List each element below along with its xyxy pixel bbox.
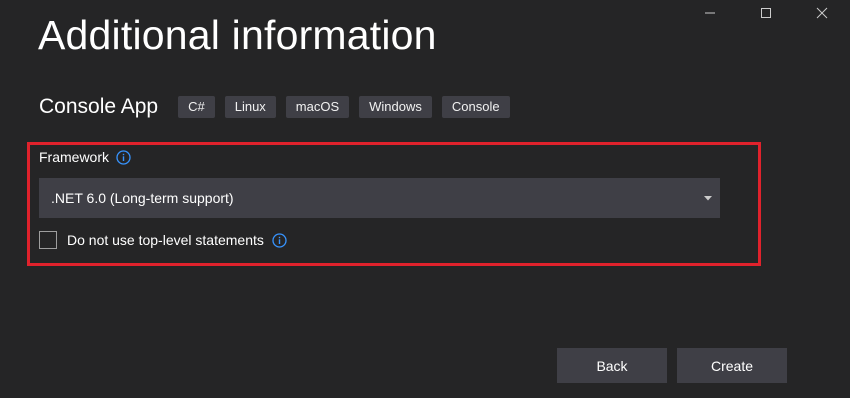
tag-project-type: Console <box>441 96 510 118</box>
maximize-icon[interactable] <box>738 0 794 26</box>
tag-platform-windows: Windows <box>359 96 432 118</box>
minimize-icon[interactable] <box>682 0 738 26</box>
window-controls <box>682 0 850 26</box>
chevron-down-icon <box>704 194 712 202</box>
additional-information-dialog: Additional information Console App C# Li… <box>0 0 850 398</box>
framework-label: Framework <box>39 149 110 165</box>
framework-label-row: Framework <box>39 149 131 165</box>
project-template-name: Console App <box>39 95 159 118</box>
info-icon[interactable] <box>272 232 287 248</box>
top-level-statements-checkbox[interactable] <box>39 231 57 249</box>
back-button[interactable]: Back <box>557 348 667 383</box>
project-template-row: Console App C# Linux macOS Windows Conso… <box>39 95 520 119</box>
info-icon[interactable] <box>116 149 131 165</box>
page-title: Additional information <box>38 12 437 58</box>
tag-language: C# <box>178 96 215 118</box>
close-icon[interactable] <box>794 0 850 26</box>
top-level-statements-label[interactable]: Do not use top-level statements <box>67 232 264 248</box>
tag-platform-linux: Linux <box>224 96 276 118</box>
framework-dropdown[interactable]: .NET 6.0 (Long-term support) <box>39 178 720 218</box>
top-level-statements-row: Do not use top-level statements <box>39 231 287 249</box>
framework-dropdown-value: .NET 6.0 (Long-term support) <box>51 190 234 206</box>
create-button[interactable]: Create <box>677 348 787 383</box>
tag-platform-macos: macOS <box>285 96 350 118</box>
